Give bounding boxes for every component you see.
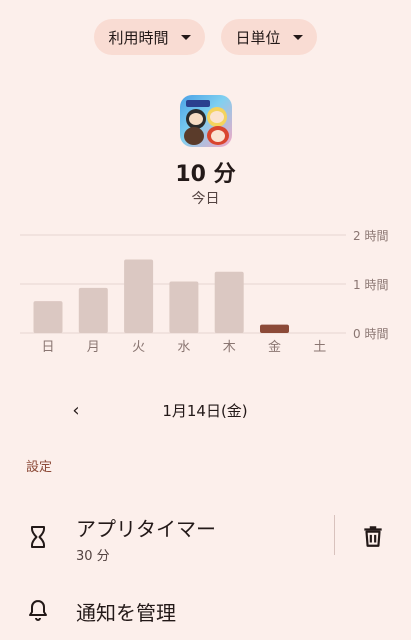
- character-face: [211, 130, 225, 142]
- usage-time: 10 分: [175, 162, 236, 187]
- y-tick-label: 2 時間: [353, 229, 388, 243]
- app-timer-value: 30 分: [76, 549, 110, 564]
- divider: [334, 515, 335, 555]
- manage-notifications-row[interactable]: 通知を管理: [0, 590, 411, 630]
- settings-header: 設定: [26, 460, 53, 475]
- y-tick-label: 1 時間: [353, 278, 388, 292]
- bar-4[interactable]: [214, 271, 244, 333]
- character-face: [189, 113, 203, 125]
- date-navigation: ‹ 1月14日(金): [0, 398, 411, 422]
- app-logo-strip: [186, 100, 210, 107]
- app-timer-row[interactable]: アプリタイマー 30 分: [0, 505, 411, 575]
- bell-icon: [29, 600, 47, 621]
- y-tick-label: 0 時間: [353, 327, 388, 341]
- x-tick-label: 木: [223, 340, 236, 355]
- metric-dropdown-label: 利用時間: [108, 28, 169, 47]
- usage-bar-chart: 0 時間 1 時間 2 時間日 月 火 水 木 金 土: [20, 229, 388, 355]
- chevron-left-icon[interactable]: ‹: [62, 398, 90, 422]
- granularity-dropdown-label: 日単位: [235, 28, 281, 47]
- period-label: 今日: [191, 191, 220, 207]
- x-tick-label: 土: [313, 340, 326, 355]
- x-tick-label: 水: [177, 340, 190, 355]
- dropdown-caret-icon: [292, 34, 303, 40]
- app-icon: [180, 95, 232, 147]
- manage-notifications-title: 通知を管理: [76, 601, 176, 625]
- metric-dropdown[interactable]: 利用時間: [94, 19, 205, 55]
- character-jasmine: [184, 127, 204, 145]
- hourglass-icon: [31, 526, 45, 548]
- app-timer-title: アプリタイマー: [76, 517, 216, 541]
- x-tick-label: 月: [87, 340, 100, 355]
- selected-date: 1月14日(金): [162, 402, 248, 420]
- bar-0[interactable]: [33, 301, 63, 333]
- granularity-dropdown[interactable]: 日単位: [221, 19, 317, 55]
- x-tick-label: 日: [41, 340, 54, 355]
- bar-3[interactable]: [169, 281, 199, 333]
- bar-2[interactable]: [124, 259, 154, 334]
- dropdown-caret-icon: [180, 34, 191, 40]
- character-face: [210, 111, 224, 123]
- x-tick-label: 火: [132, 340, 145, 355]
- trash-icon[interactable]: [360, 523, 386, 549]
- bar-5[interactable]: [260, 324, 289, 333]
- bar-1[interactable]: [78, 287, 108, 333]
- x-tick-label: 金: [268, 339, 281, 355]
